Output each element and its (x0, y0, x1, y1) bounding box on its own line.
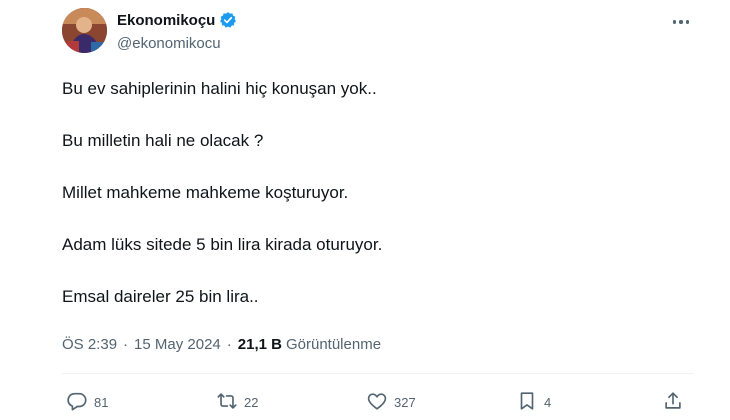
more-dot (679, 20, 683, 24)
bookmark-icon (516, 390, 538, 415)
heart-icon (366, 390, 388, 415)
like-count: 327 (394, 395, 416, 410)
avatar[interactable] (62, 8, 107, 53)
verified-badge-icon[interactable] (219, 11, 237, 29)
bookmark-button[interactable]: 4 (516, 390, 551, 415)
views-label: Görüntülenme (285, 336, 382, 353)
reply-icon (66, 390, 88, 415)
tweet-paragraph: Bu ev sahiplerinin halini hiç konuşan yo… (62, 79, 377, 98)
author-name[interactable]: Ekonomikoçu (117, 12, 215, 29)
more-dot (672, 20, 677, 24)
retweet-button[interactable]: 22 (216, 390, 258, 415)
more-dot (685, 20, 690, 24)
divider (62, 373, 694, 374)
bookmark-count: 4 (544, 395, 552, 410)
tweet-text: Bu ev sahiplerinin halini hiç konuşan yo… (62, 78, 682, 338)
tweet-paragraph: Emsal daireler 25 bin lira.. (62, 287, 259, 306)
tweet-paragraph: Adam lüks sitede 5 bin lira kirada oturu… (62, 235, 383, 254)
meta-separator: · (226, 336, 232, 353)
action-bar: 81 22 327 4 (62, 390, 688, 416)
tweet-paragraph: Millet mahkeme mahkeme koşturuyor. (62, 183, 349, 202)
share-button[interactable] (662, 390, 684, 415)
author-name-row[interactable]: Ekonomikoçu (117, 11, 237, 29)
author-handle[interactable]: @ekonomikocu (117, 35, 221, 52)
tweet-time[interactable]: ÖS 2:39 (62, 336, 117, 353)
like-button[interactable]: 327 (366, 390, 416, 415)
views-count: 21,1 B (237, 336, 282, 353)
tweet-meta: ÖS 2:39 · 15 May 2024 · 21,1 B Görüntüle… (62, 336, 381, 353)
reply-count: 81 (94, 395, 109, 410)
tweet-date[interactable]: 15 May 2024 (134, 336, 221, 353)
retweet-icon (216, 390, 238, 415)
retweet-count: 22 (244, 395, 259, 410)
reply-button[interactable]: 81 (66, 390, 108, 415)
more-icon[interactable] (670, 11, 692, 33)
share-icon (662, 390, 684, 415)
meta-separator: · (123, 336, 129, 353)
tweet-paragraph: Bu milletin hali ne olacak ? (62, 131, 264, 150)
